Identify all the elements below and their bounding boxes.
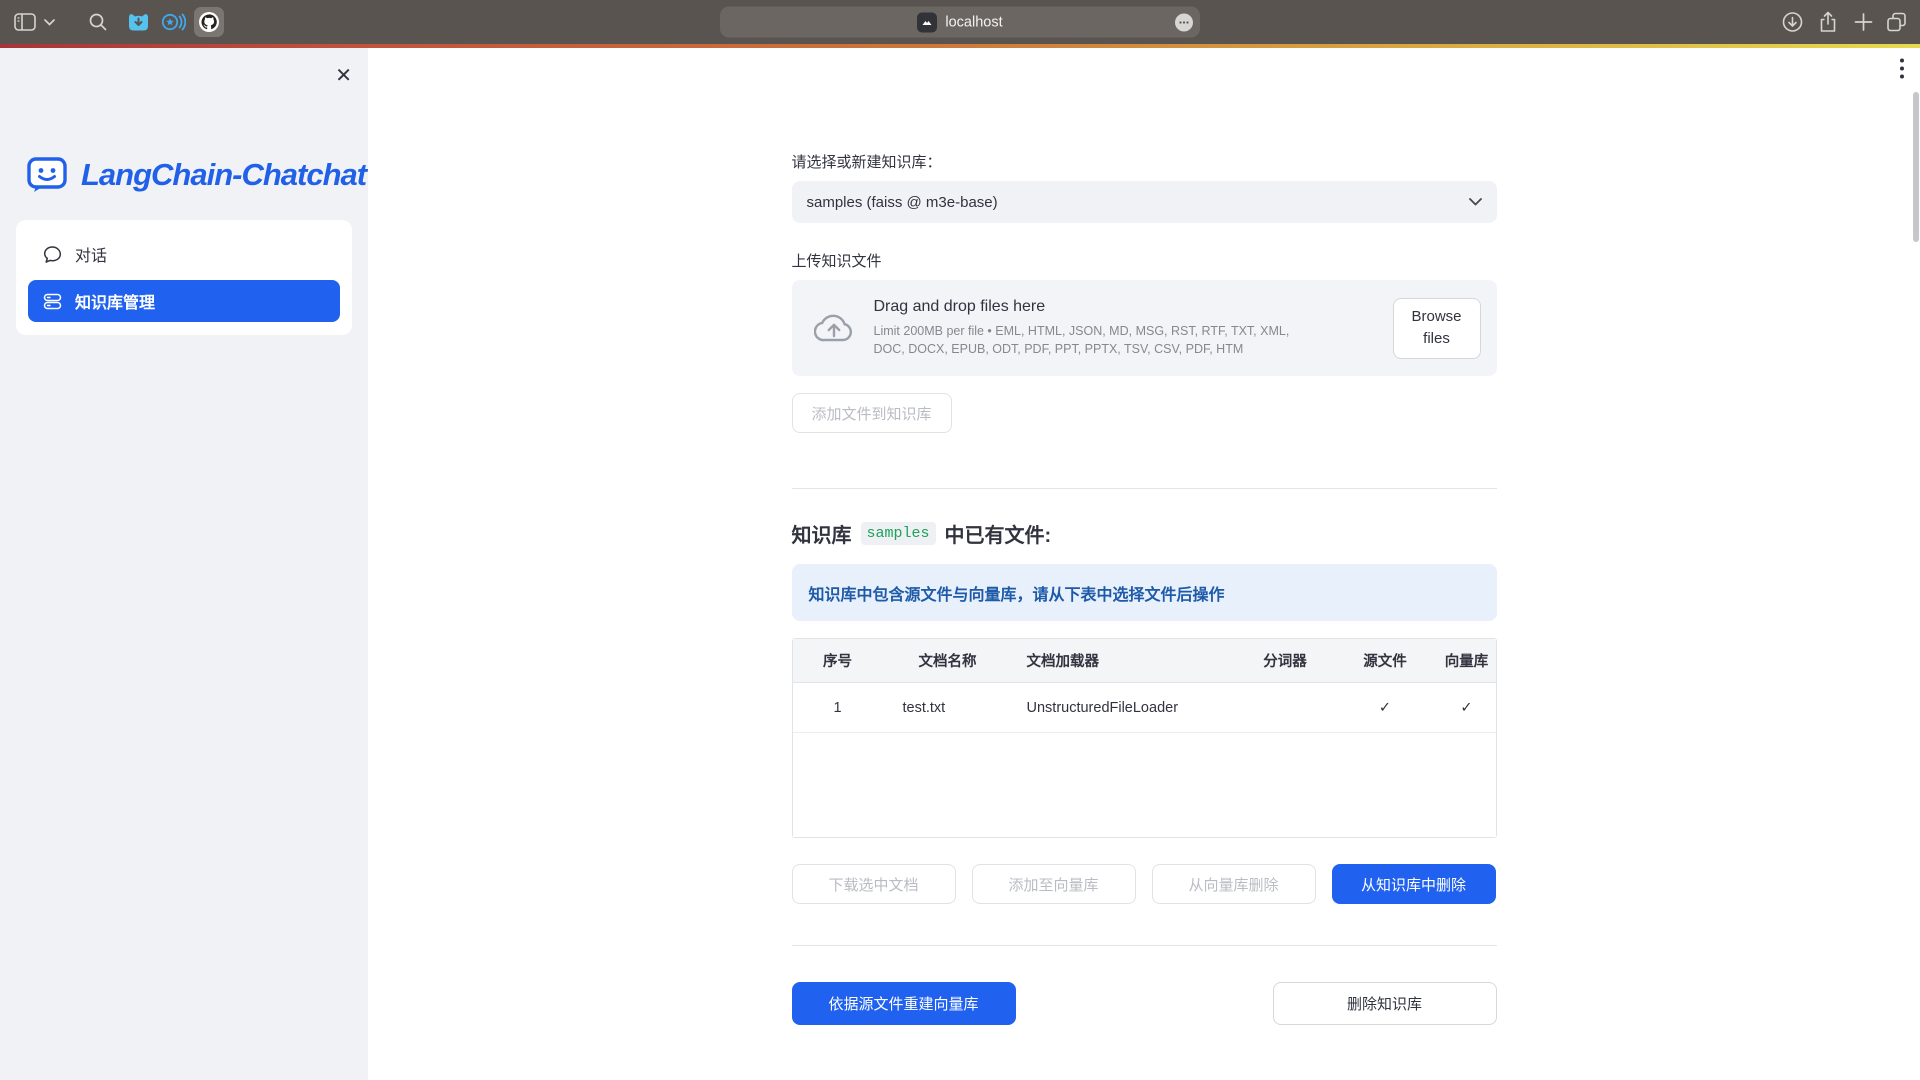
app-window: ✕ LangChain-Chatchat 对话 xyxy=(0,48,1920,1080)
logo-text: LangChain-Chatchat xyxy=(81,157,366,193)
table-header: 序号 文档名称 文档加载器 分词器 源文件 向量库 xyxy=(793,639,1496,683)
extension-downloader-button[interactable] xyxy=(126,10,151,34)
delete-from-vector-button[interactable]: 从向量库删除 xyxy=(1152,864,1316,904)
delete-kb-button[interactable]: 删除知识库 xyxy=(1273,982,1497,1025)
search-button[interactable] xyxy=(88,12,108,32)
add-files-button[interactable]: 添加文件到知识库 xyxy=(792,393,952,433)
cell-source-check: ✓ xyxy=(1333,700,1438,716)
github-active-background xyxy=(194,7,224,37)
cell-vector-check: ✓ xyxy=(1438,700,1496,716)
section-divider xyxy=(792,488,1497,489)
header-cell-index: 序号 xyxy=(793,650,883,671)
sidebar-toggle-button[interactable] xyxy=(14,13,55,31)
nav-item-kb-manage[interactable]: 知识库管理 xyxy=(28,280,340,322)
table-empty-space xyxy=(793,733,1496,837)
main-area: 请选择或新建知识库： samples (faiss @ m3e-base) 上传… xyxy=(368,48,1920,1080)
nav-item-chat[interactable]: 对话 xyxy=(28,233,340,275)
tabs-icon xyxy=(1886,12,1907,33)
database-icon xyxy=(43,292,62,311)
upload-label: 上传知识文件 xyxy=(792,250,1497,271)
cell-index: 1 xyxy=(793,700,883,716)
sidebar-panel-icon xyxy=(14,13,36,31)
dropzone-texts: Drag and drop files here Limit 200MB per… xyxy=(874,298,1373,358)
kb-level-buttons: 依据源文件重建向量库 删除知识库 xyxy=(792,982,1497,1025)
logo-icon xyxy=(26,154,70,196)
info-banner: 知识库中包含源文件与向量库，请从下表中选择文件后操作 xyxy=(792,564,1497,621)
download-icon xyxy=(1782,12,1803,33)
header-cell-splitter: 分词器 xyxy=(1238,650,1333,671)
app-menu-button[interactable] xyxy=(1899,57,1905,86)
share-icon xyxy=(1818,11,1838,33)
search-icon xyxy=(88,12,108,32)
cat-download-icon xyxy=(126,10,151,34)
extension-circles-button[interactable] xyxy=(160,10,186,34)
browse-files-button[interactable]: Browse files xyxy=(1393,298,1481,359)
kb-files-heading: 知识库 samples 中已有文件: xyxy=(792,519,1497,548)
nav-item-label: 知识库管理 xyxy=(75,289,155,313)
header-cell-vector: 向量库 xyxy=(1438,650,1496,671)
browser-chrome: localhost xyxy=(0,0,1920,44)
kb-name-code: samples xyxy=(861,522,936,545)
section-divider xyxy=(792,945,1497,946)
delete-from-kb-button[interactable]: 从知识库中删除 xyxy=(1332,864,1496,904)
page-options-button[interactable] xyxy=(1175,13,1193,31)
download-selected-button[interactable]: 下载选中文档 xyxy=(792,864,956,904)
cloud-upload-icon xyxy=(814,312,854,344)
rebuild-vector-button[interactable]: 依据源文件重建向量库 xyxy=(792,982,1016,1025)
header-cell-loader: 文档加载器 xyxy=(1013,650,1238,671)
github-extension-button[interactable] xyxy=(194,7,224,37)
chevron-down-icon xyxy=(44,19,55,26)
cell-name: test.txt xyxy=(883,700,1013,716)
url-text: localhost xyxy=(945,14,1002,30)
circle-star-icon xyxy=(160,10,186,34)
header-cell-name: 文档名称 xyxy=(883,650,1013,671)
dropzone-title: Drag and drop files here xyxy=(874,298,1373,316)
add-to-vector-button[interactable]: 添加至向量库 xyxy=(972,864,1136,904)
nav-item-label: 对话 xyxy=(75,242,107,266)
sidebar-nav: 对话 知识库管理 xyxy=(16,220,352,335)
sidebar: ✕ LangChain-Chatchat 对话 xyxy=(0,48,368,1080)
address-bar[interactable]: localhost xyxy=(720,7,1200,38)
ellipsis-icon xyxy=(1179,20,1189,24)
kb-selectbox[interactable]: samples (faiss @ m3e-base) xyxy=(792,181,1497,223)
share-button[interactable] xyxy=(1818,11,1838,33)
new-tab-button[interactable] xyxy=(1854,13,1873,32)
tab-overview-button[interactable] xyxy=(1886,12,1907,33)
heading-prefix: 知识库 xyxy=(792,519,852,548)
site-favicon xyxy=(917,12,937,32)
heading-suffix: 中已有文件: xyxy=(945,519,1052,548)
app-logo: LangChain-Chatchat xyxy=(26,154,368,196)
kb-selected-value: samples (faiss @ m3e-base) xyxy=(807,194,998,211)
chevron-down-icon xyxy=(1469,198,1482,206)
kebab-menu-icon xyxy=(1899,57,1905,81)
scrollbar-thumb[interactable] xyxy=(1913,92,1919,242)
table-row[interactable]: 1 test.txt UnstructuredFileLoader ✓ ✓ xyxy=(793,683,1496,733)
cell-loader: UnstructuredFileLoader xyxy=(1013,700,1238,716)
file-dropzone[interactable]: Drag and drop files here Limit 200MB per… xyxy=(792,280,1497,376)
downloads-button[interactable] xyxy=(1782,12,1803,33)
github-icon xyxy=(198,11,220,33)
dropzone-limit: Limit 200MB per file • EML, HTML, JSON, … xyxy=(874,322,1322,358)
file-action-buttons: 下载选中文档 添加至向量库 从向量库删除 从知识库中删除 xyxy=(792,864,1497,904)
kb-select-label: 请选择或新建知识库： xyxy=(792,151,1497,172)
files-table: 序号 文档名称 文档加载器 分词器 源文件 向量库 1 test.txt Uns… xyxy=(792,638,1497,838)
header-cell-source: 源文件 xyxy=(1333,650,1438,671)
chat-bubble-icon xyxy=(43,245,62,264)
page-content: 请选择或新建知识库： samples (faiss @ m3e-base) 上传… xyxy=(792,48,1497,1025)
sidebar-close-button[interactable]: ✕ xyxy=(335,66,352,86)
plus-icon xyxy=(1854,13,1873,32)
